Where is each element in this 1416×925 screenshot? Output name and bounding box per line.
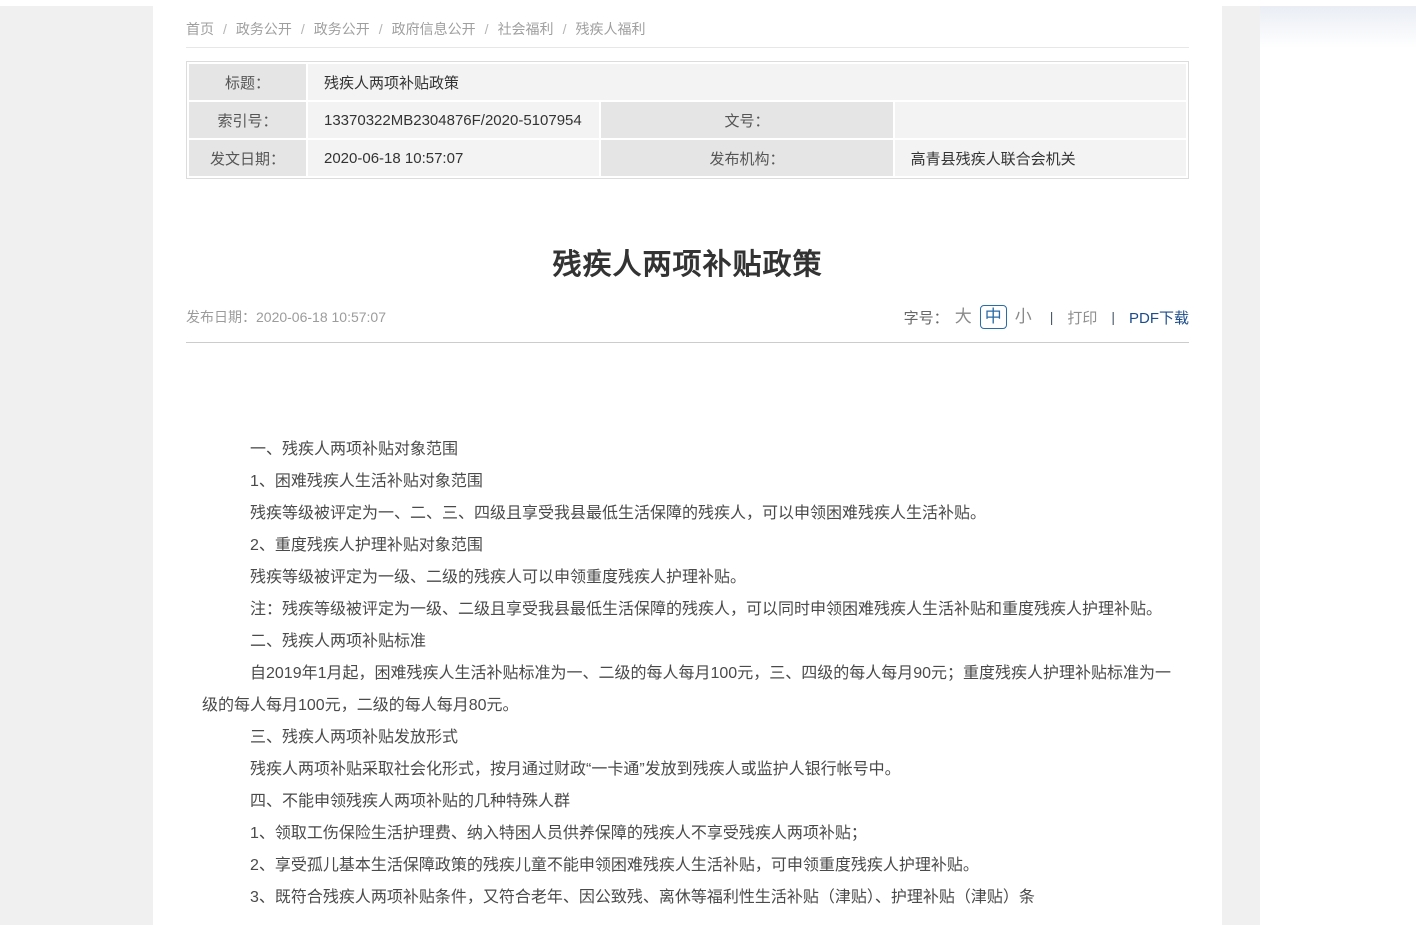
breadcrumb-link[interactable]: 政务公开: [236, 21, 292, 37]
page-title: 残疾人两项补贴政策: [186, 245, 1189, 285]
issue-date-value: 2020-06-18 10:57:07: [307, 139, 600, 177]
article-paragraph: 残疾等级被评定为一、二、三、四级且享受我县最低生活保障的残疾人，可以申领困难残疾…: [202, 498, 1173, 530]
metadata-table: 标题： 残疾人两项补贴政策 索引号： 13370322MB2304876F/20…: [186, 61, 1189, 179]
doc-number-value: [894, 101, 1187, 139]
breadcrumb-link[interactable]: 社会福利: [498, 21, 554, 37]
breadcrumb-separator: /: [485, 21, 489, 37]
table-row: 发文日期： 2020-06-18 10:57:07 发布机构： 高青县残疾人联合…: [188, 139, 1187, 177]
font-size-label: 字号：: [904, 307, 949, 328]
article-paragraph: 三、残疾人两项补贴发放形式: [202, 722, 1173, 754]
issue-date-label: 发文日期：: [188, 139, 307, 177]
article-paragraph: 一、残疾人两项补贴对象范围: [202, 434, 1173, 466]
article-paragraph: 残疾人两项补贴采取社会化形式，按月通过财政“一卡通”发放到残疾人或监护人银行帐号…: [202, 754, 1173, 786]
pdf-download-button[interactable]: PDF下载: [1129, 307, 1189, 328]
index-number-value: 13370322MB2304876F/2020-5107954: [307, 101, 600, 139]
article-paragraph: 注：残疾等级被评定为一级、二级且享受我县最低生活保障的残疾人，可以同时申领困难残…: [202, 594, 1173, 626]
issuing-org-label: 发布机构：: [600, 139, 893, 177]
breadcrumb-link[interactable]: 首页: [186, 21, 214, 37]
issuing-org-value: 高青县残疾人联合会机关: [894, 139, 1187, 177]
article-paragraph: 自2019年1月起，困难残疾人生活补贴标准为一、二级的每人每月100元，三、四级…: [202, 658, 1173, 722]
title-label: 标题：: [188, 63, 307, 101]
article-meta-row: 发布日期：2020-06-18 10:57:07 字号： 大 中 小 | 打印 …: [186, 305, 1189, 329]
article-paragraph: 四、不能申领残疾人两项补贴的几种特殊人群: [202, 786, 1173, 818]
publish-date: 发布日期：2020-06-18 10:57:07: [186, 307, 386, 327]
breadcrumb-divider: [186, 47, 1189, 48]
article-paragraph: 2、重度残疾人护理补贴对象范围: [202, 530, 1173, 562]
article-paragraph: 1、困难残疾人生活补贴对象范围: [202, 466, 1173, 498]
font-size-large-button[interactable]: 大: [951, 306, 976, 328]
article-paragraph: 残疾等级被评定为一级、二级的残疾人可以申领重度残疾人护理补贴。: [202, 562, 1173, 594]
top-gradient-decoration: [1260, 6, 1416, 48]
breadcrumb-link[interactable]: 政务公开: [314, 21, 370, 37]
doc-number-label: 文号：: [600, 101, 893, 139]
breadcrumb: 首页 / 政务公开 / 政务公开 / 政府信息公开 / 社会福利 / 残疾人福利: [186, 19, 1189, 39]
font-size-small-button[interactable]: 小: [1011, 306, 1036, 328]
breadcrumb-separator: /: [301, 21, 305, 37]
toolbar-separator: |: [1050, 309, 1054, 325]
article-paragraph: 二、残疾人两项补贴标准: [202, 626, 1173, 658]
article-paragraph: 1、领取工伤保险生活护理费、纳入特困人员供养保障的残疾人不享受残疾人两项补贴；: [202, 818, 1173, 850]
breadcrumb-link[interactable]: 残疾人福利: [575, 21, 645, 37]
header-divider: [186, 342, 1189, 343]
article-toolbar: 字号： 大 中 小 | 打印 | PDF下载: [904, 305, 1189, 329]
toolbar-separator: |: [1111, 309, 1115, 325]
index-number-label: 索引号：: [188, 101, 307, 139]
breadcrumb-separator: /: [223, 21, 227, 37]
breadcrumb-separator: /: [563, 21, 567, 37]
breadcrumb-link[interactable]: 政府信息公开: [392, 21, 476, 37]
article-paragraph: 3、既符合残疾人两项补贴条件，又符合老年、因公致残、离休等福利性生活补贴（津贴）…: [202, 882, 1173, 914]
table-row: 标题： 残疾人两项补贴政策: [188, 63, 1187, 101]
table-row: 索引号： 13370322MB2304876F/2020-5107954 文号：: [188, 101, 1187, 139]
print-button[interactable]: 打印: [1067, 307, 1097, 328]
article-body: 一、残疾人两项补贴对象范围1、困难残疾人生活补贴对象范围残疾等级被评定为一、二、…: [186, 434, 1189, 914]
content-panel: 首页 / 政务公开 / 政务公开 / 政府信息公开 / 社会福利 / 残疾人福利 标题： 残疾人两项…: [153, 0, 1222, 925]
font-size-medium-button[interactable]: 中: [980, 305, 1007, 329]
breadcrumb-separator: /: [379, 21, 383, 37]
article-paragraph: 2、享受孤儿基本生活保障政策的残疾儿童不能申领困难残疾人生活补贴，可申领重度残疾…: [202, 850, 1173, 882]
title-value: 残疾人两项补贴政策: [307, 63, 1187, 101]
page: 首页 / 政务公开 / 政务公开 / 政府信息公开 / 社会福利 / 残疾人福利 标题： 残疾人两项…: [0, 0, 1416, 925]
